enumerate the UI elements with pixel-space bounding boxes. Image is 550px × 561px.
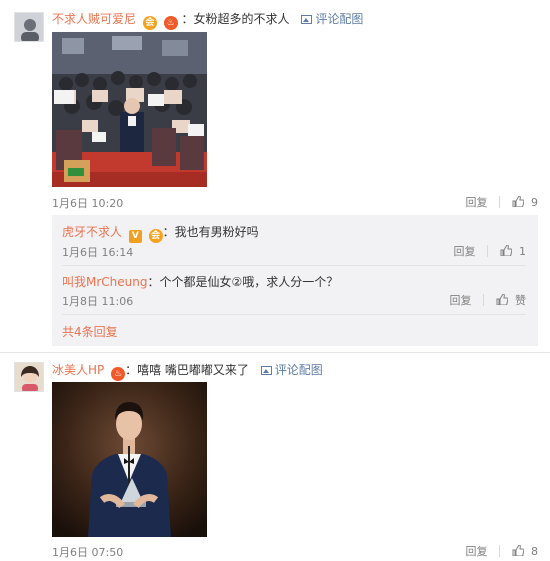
comment-username[interactable]: 不求人贼可爱尼 xyxy=(52,12,136,26)
comment-text: ：女粉超多的不求人 xyxy=(181,12,290,26)
comment-photo[interactable] xyxy=(52,32,207,187)
thumbs-up-icon xyxy=(496,294,509,305)
thumbs-up-icon xyxy=(500,245,513,256)
vip-badge-icon: 会 xyxy=(148,229,163,243)
avatar-image xyxy=(15,13,43,41)
comment-time: 1月6日 10:20 xyxy=(52,197,124,210)
reply-button[interactable]: 回复 xyxy=(466,545,488,558)
reply-actions: 回复 赞 xyxy=(450,292,526,308)
avatar-image xyxy=(15,363,43,391)
like-button[interactable]: 1 xyxy=(500,244,526,258)
fan-group-photo xyxy=(52,32,207,187)
stage-award-photo xyxy=(52,382,207,537)
reply-text: ：我也有男粉好吗 xyxy=(162,225,259,239)
vip-badge-icon: 会 xyxy=(142,16,157,30)
comment-photo[interactable] xyxy=(52,382,207,537)
like-button[interactable]: 9 xyxy=(512,195,538,209)
like-button[interactable]: 赞 xyxy=(496,293,526,307)
comment-divider xyxy=(0,352,550,353)
avatar[interactable] xyxy=(14,12,44,42)
comment-text: ：嘻嘻 嘴巴嘟嘟又来了 xyxy=(125,363,249,377)
thumbs-up-icon xyxy=(512,196,525,207)
replies-box: 虎牙不求人 V 会：我也有男粉好吗 1月6日 16:14 回复 1 叫我MrCh… xyxy=(52,215,538,346)
picture-icon xyxy=(301,15,313,24)
comment-picture-link[interactable]: 评论配图 xyxy=(301,12,363,26)
reply-header: 虎牙不求人 V 会：我也有男粉好吗 xyxy=(62,223,259,243)
comment-actions: 回复 8 xyxy=(466,543,538,559)
reply-time: 1月6日 16:14 xyxy=(62,246,134,259)
comment-time: 1月6日 07:50 xyxy=(52,546,124,559)
reply-text: ：个个都是仙女②哦，求人分一个？ xyxy=(147,275,339,289)
like-count: 8 xyxy=(531,545,538,558)
divider xyxy=(487,245,489,257)
more-replies-link[interactable]: 共4条回复 xyxy=(62,323,118,340)
like-count: 9 xyxy=(531,196,538,209)
reply-button[interactable]: 回复 xyxy=(450,294,472,307)
comment-username[interactable]: 冰美人HP xyxy=(52,363,104,377)
like-count: 赞 xyxy=(515,294,526,307)
like-count: 1 xyxy=(519,245,526,258)
comment-header: 不求人贼可爱尼 会 ♨ ：女粉超多的不求人 评论配图 xyxy=(52,10,363,30)
comment-picture-link[interactable]: 评论配图 xyxy=(260,363,323,377)
reply-button[interactable]: 回复 xyxy=(466,196,488,209)
fire-badge-icon: ♨ xyxy=(111,367,126,381)
divider xyxy=(499,196,501,208)
reply-divider xyxy=(62,265,526,266)
reply-button[interactable]: 回复 xyxy=(454,245,476,258)
like-button[interactable]: 8 xyxy=(512,544,538,558)
picture-link-label: 评论配图 xyxy=(315,12,364,26)
reply-username[interactable]: 虎牙不求人 xyxy=(62,225,122,239)
reply-header: 叫我MrCheung：个个都是仙女②哦，求人分一个？ xyxy=(62,273,338,290)
avatar[interactable] xyxy=(14,362,44,392)
thumbs-up-icon xyxy=(512,545,525,556)
reply-actions: 回复 1 xyxy=(454,243,526,259)
picture-link-label: 评论配图 xyxy=(274,363,323,377)
comment-header: 冰美人HP ♨ ：嘻嘻 嘴巴嘟嘟又来了 评论配图 xyxy=(52,361,323,381)
verified-badge-icon: V xyxy=(128,230,142,243)
fire-badge-icon: ♨ xyxy=(163,16,178,30)
reply-time: 1月8日 11:06 xyxy=(62,295,134,308)
comment-actions: 回复 9 xyxy=(466,194,538,210)
divider xyxy=(499,545,501,557)
reply-divider xyxy=(62,314,526,315)
divider xyxy=(483,294,485,306)
picture-icon xyxy=(260,366,272,375)
reply-username[interactable]: 叫我MrCheung xyxy=(62,275,147,289)
